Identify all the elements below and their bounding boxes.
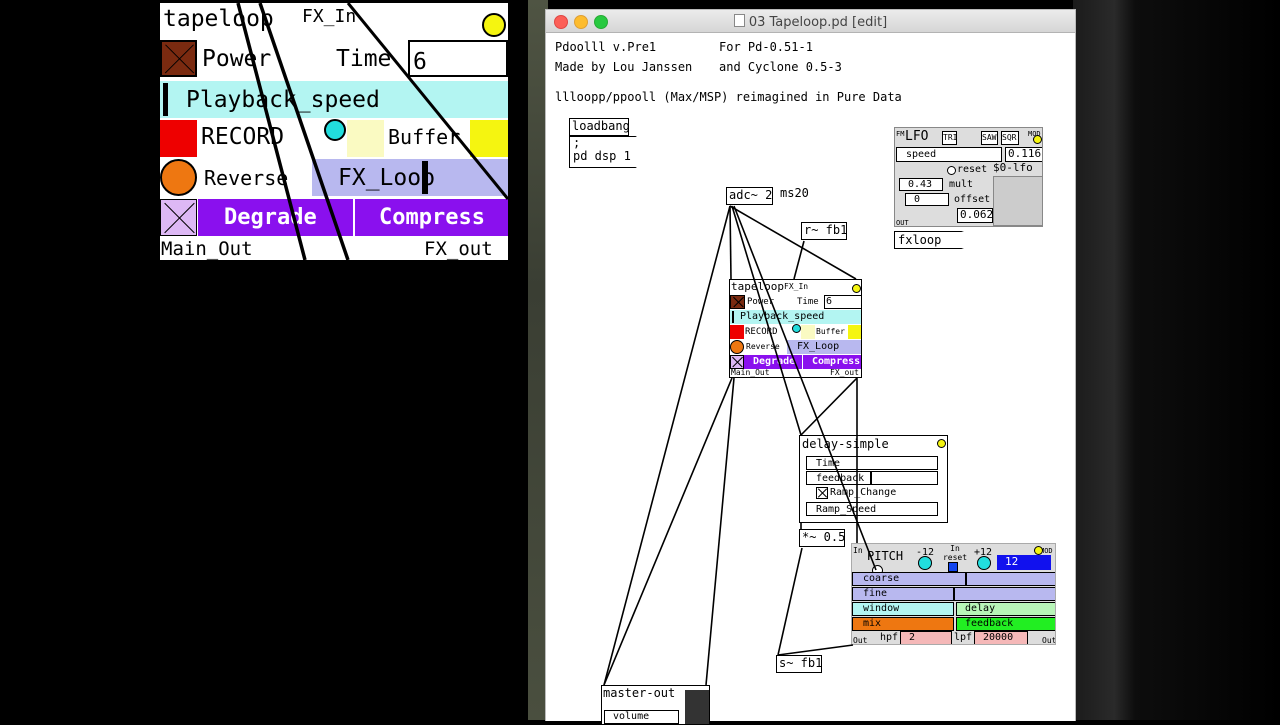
tapeloop-zoom-panel: tapeloop FX_In Power Time 6 Playback_spe… bbox=[160, 3, 508, 260]
pd-patch-window: 03 Tapeloop.pd [edit] Pdoolll v.Pre1 For… bbox=[545, 9, 1076, 725]
desktop-background-right bbox=[1073, 0, 1280, 720]
zoom-patch-cords bbox=[236, 3, 508, 260]
patch-cords bbox=[603, 205, 877, 686]
